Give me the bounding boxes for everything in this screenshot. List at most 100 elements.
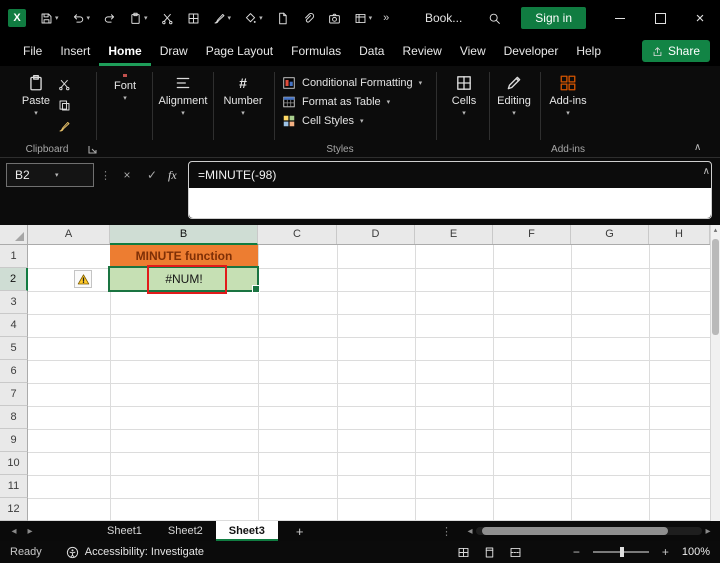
row-header-12[interactable]: 12 bbox=[0, 498, 28, 521]
collapse-ribbon-icon[interactable] bbox=[694, 142, 701, 153]
paste-button[interactable]: Paste bbox=[14, 74, 58, 117]
cell-styles-button[interactable]: Cell Styles bbox=[282, 114, 422, 128]
camera-icon[interactable] bbox=[326, 10, 343, 27]
column-header-H[interactable]: H bbox=[649, 225, 710, 244]
undo-icon[interactable] bbox=[70, 10, 93, 27]
collapse-formula-bar-icon[interactable] bbox=[703, 166, 710, 177]
format-as-table-button[interactable]: Format as Table bbox=[282, 95, 422, 109]
column-header-E[interactable]: E bbox=[415, 225, 493, 244]
paste-icon[interactable] bbox=[127, 10, 150, 27]
more-commands-icon[interactable] bbox=[383, 12, 389, 24]
formula-input-expanded-area[interactable] bbox=[189, 188, 711, 218]
row-header-10[interactable]: 10 bbox=[0, 452, 28, 475]
row-header-6[interactable]: 6 bbox=[0, 360, 28, 383]
previous-sheet-icon[interactable] bbox=[6, 526, 22, 537]
horizontal-scrollbar[interactable] bbox=[460, 521, 718, 541]
select-all-button[interactable] bbox=[0, 225, 28, 244]
zoom-level[interactable]: 100% bbox=[682, 546, 710, 558]
tab-insert[interactable]: Insert bbox=[51, 36, 99, 66]
row-header-4[interactable]: 4 bbox=[0, 314, 28, 337]
tab-view[interactable]: View bbox=[451, 36, 495, 66]
editing-group-button[interactable]: Editing bbox=[491, 74, 537, 117]
tab-review[interactable]: Review bbox=[393, 36, 450, 66]
zoom-slider-thumb[interactable] bbox=[619, 547, 624, 557]
tab-file[interactable]: File bbox=[14, 36, 51, 66]
scroll-right-icon[interactable] bbox=[700, 526, 716, 537]
column-header-C[interactable]: C bbox=[258, 225, 337, 244]
tab-help[interactable]: Help bbox=[567, 36, 610, 66]
page-break-view-icon[interactable] bbox=[509, 546, 522, 559]
close-button[interactable] bbox=[680, 0, 720, 36]
horizontal-scrollbar-track[interactable] bbox=[476, 527, 702, 535]
vertical-scrollbar[interactable] bbox=[710, 225, 720, 521]
accessibility-status[interactable]: Accessibility: Investigate bbox=[85, 546, 204, 558]
search-icon[interactable] bbox=[488, 12, 501, 25]
new-document-icon[interactable] bbox=[274, 10, 291, 27]
row-header-5[interactable]: 5 bbox=[0, 337, 28, 360]
row-header-8[interactable]: 8 bbox=[0, 406, 28, 429]
alignment-group-button[interactable]: Alignment bbox=[155, 74, 211, 117]
column-header-A[interactable]: A bbox=[28, 225, 110, 244]
column-header-G[interactable]: G bbox=[571, 225, 649, 244]
row-header-11[interactable]: 11 bbox=[0, 475, 28, 498]
cancel-icon[interactable]: × bbox=[118, 168, 136, 182]
name-box[interactable]: B2 bbox=[6, 163, 94, 187]
excel-logo-icon[interactable]: X bbox=[8, 9, 26, 27]
zoom-in-icon[interactable] bbox=[662, 545, 669, 559]
cut-icon[interactable] bbox=[159, 10, 176, 27]
borders-icon[interactable] bbox=[185, 10, 202, 27]
next-sheet-icon[interactable] bbox=[22, 526, 38, 537]
row-header-1[interactable]: 1 bbox=[0, 245, 28, 268]
column-header-F[interactable]: F bbox=[493, 225, 571, 244]
zoom-out-icon[interactable] bbox=[573, 545, 580, 559]
page-layout-view-icon[interactable] bbox=[483, 546, 496, 559]
tab-formulas[interactable]: Formulas bbox=[282, 36, 350, 66]
cells-group-button[interactable]: Cells bbox=[441, 74, 487, 117]
add-sheet-icon[interactable] bbox=[296, 524, 304, 539]
vertical-scrollbar-thumb[interactable] bbox=[712, 239, 719, 335]
share-button[interactable]: Share bbox=[641, 40, 710, 62]
scroll-up-icon[interactable] bbox=[711, 225, 720, 237]
clipboard-dialog-launcher-icon[interactable] bbox=[88, 145, 97, 154]
tab-data[interactable]: Data bbox=[350, 36, 393, 66]
sign-in-button[interactable]: Sign in bbox=[521, 7, 586, 29]
table-icon[interactable] bbox=[352, 10, 375, 27]
format-painter-icon[interactable] bbox=[211, 10, 234, 27]
attach-icon[interactable] bbox=[300, 10, 317, 27]
format-painter-icon[interactable] bbox=[58, 120, 71, 133]
sheet-tab-sheet1[interactable]: Sheet1 bbox=[94, 521, 155, 541]
insert-function-icon[interactable]: fx bbox=[168, 168, 177, 183]
save-icon[interactable] bbox=[38, 10, 61, 27]
cut-icon[interactable] bbox=[58, 78, 71, 91]
number-group-button[interactable]: Number bbox=[216, 74, 270, 117]
font-group-button[interactable]: Font bbox=[100, 74, 150, 102]
minimize-button[interactable] bbox=[600, 0, 640, 36]
sheet-tab-sheet3[interactable]: Sheet3 bbox=[215, 521, 278, 541]
row-header-3[interactable]: 3 bbox=[0, 291, 28, 314]
sheet-tab-sheet2[interactable]: Sheet2 bbox=[155, 521, 216, 541]
column-header-D[interactable]: D bbox=[337, 225, 415, 244]
row-header-7[interactable]: 7 bbox=[0, 383, 28, 406]
redo-icon[interactable] bbox=[101, 10, 118, 27]
tab-developer[interactable]: Developer bbox=[495, 36, 568, 66]
addins-button[interactable]: Add-ins bbox=[543, 74, 593, 117]
enter-icon[interactable]: ✓ bbox=[143, 168, 161, 182]
fill-handle[interactable] bbox=[252, 285, 260, 293]
sheet-bar-menu-icon[interactable] bbox=[441, 525, 452, 538]
tab-home[interactable]: Home bbox=[99, 36, 150, 66]
maximize-button[interactable] bbox=[640, 0, 680, 36]
row-header-2[interactable]: 2 bbox=[0, 268, 28, 291]
tab-page-layout[interactable]: Page Layout bbox=[197, 36, 282, 66]
conditional-formatting-button[interactable]: Conditional Formatting bbox=[282, 76, 422, 90]
error-options-button[interactable] bbox=[74, 270, 92, 288]
formula-bar-grip-icon[interactable] bbox=[100, 169, 111, 182]
normal-view-icon[interactable] bbox=[457, 546, 470, 559]
copy-icon[interactable] bbox=[58, 99, 71, 112]
row-header-9[interactable]: 9 bbox=[0, 429, 28, 452]
column-header-B[interactable]: B bbox=[110, 225, 258, 245]
fill-color-icon[interactable] bbox=[242, 10, 265, 27]
tab-draw[interactable]: Draw bbox=[151, 36, 197, 66]
zoom-slider[interactable] bbox=[592, 547, 649, 557]
formula-text[interactable]: =MINUTE(-98) bbox=[198, 163, 276, 187]
horizontal-scrollbar-thumb[interactable] bbox=[482, 527, 668, 535]
